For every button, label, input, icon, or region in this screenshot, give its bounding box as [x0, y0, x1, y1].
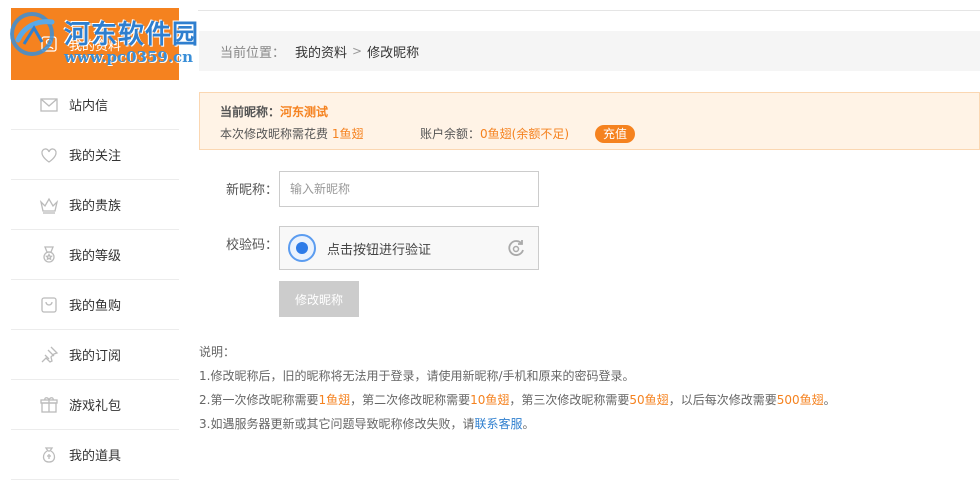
gift-icon: [38, 394, 60, 416]
watermark-title: 河东软件园: [64, 20, 200, 50]
chevron-right-icon: >: [352, 44, 363, 58]
new-nick-label: 新昵称：: [225, 183, 278, 198]
note-text: 3.如遇服务器更新或其它问题导致昵称修改失败，请: [199, 417, 475, 431]
watermark-url: www.pc0359.cn: [64, 48, 194, 66]
sidebar-item-label: 站内信: [69, 99, 109, 114]
cost-value: 1鱼翅: [331, 126, 364, 141]
pin-icon: [38, 344, 60, 366]
sidebar-item-props[interactable]: 我的道具: [11, 430, 179, 480]
pouch-icon: [38, 444, 60, 466]
recharge-button[interactable]: 充值: [595, 125, 636, 143]
sidebar-item-follows[interactable]: 我的关注: [11, 130, 179, 180]
breadcrumb: 当前位置： 我的资料 > 修改昵称: [199, 31, 980, 71]
note-text: 。: [823, 393, 836, 407]
balance-label: 账户余额：: [420, 126, 481, 141]
sidebar-item-label: 我的等级: [69, 249, 122, 264]
current-nick-label: 当前昵称：: [220, 105, 281, 119]
note-highlight: 1鱼翅: [318, 393, 351, 407]
heart-icon: [38, 144, 60, 166]
note-highlight: 500鱼翅: [776, 393, 824, 407]
captcha-verify-button[interactable]: 点击按钮进行验证: [279, 226, 539, 270]
captcha-radio-icon: [288, 234, 316, 262]
site-watermark: 河东软件园 www.pc0359.cn: [2, 10, 207, 70]
bag-icon: [38, 294, 60, 316]
note-highlight: 10鱼翅: [470, 393, 510, 407]
note-highlight: 50鱼翅: [629, 393, 669, 407]
top-divider: [198, 10, 980, 11]
breadcrumb-label: 当前位置：: [220, 45, 286, 61]
cost-label: 本次修改昵称需花费: [220, 126, 329, 141]
refresh-icon[interactable]: [506, 238, 526, 258]
captcha-label: 校验码：: [225, 238, 278, 253]
sidebar-item-subscriptions[interactable]: 我的订阅: [11, 330, 179, 380]
nickname-notice: 当前昵称：河东测试 本次修改昵称需花费 1鱼翅 账户余额：0鱼翅(余额不足) 充…: [199, 92, 980, 150]
sidebar-item-label: 我的贵族: [69, 199, 122, 214]
mail-icon: [38, 94, 60, 116]
notes-line-3: 3.如遇服务器更新或其它问题导致昵称修改失败，请联系客服。: [199, 412, 836, 436]
current-nick-value: 河东测试: [280, 105, 329, 119]
medal-icon: [38, 244, 60, 266]
sidebar-item-label: 我的关注: [69, 149, 122, 164]
watermark-logo-icon: [10, 12, 55, 56]
sidebar-item-messages[interactable]: 站内信: [11, 80, 179, 130]
note-text: ，以后每次修改需要: [668, 393, 777, 407]
breadcrumb-parent-link[interactable]: 我的资料: [295, 42, 347, 61]
crown-icon: [38, 194, 60, 216]
sidebar-item-label: 游戏礼包: [69, 399, 122, 414]
submit-nick-button[interactable]: 修改昵称: [279, 281, 359, 317]
note-text: 2.第一次修改昵称需要: [199, 393, 319, 407]
breadcrumb-current: 修改昵称: [367, 45, 420, 61]
note-text: ，第三次修改昵称需要: [509, 393, 630, 407]
sidebar-item-nobility[interactable]: 我的贵族: [11, 180, 179, 230]
sidebar-item-shop[interactable]: 我的鱼购: [11, 280, 179, 330]
new-nick-input[interactable]: [279, 171, 539, 207]
sidebar-item-label: 我的订阅: [69, 349, 122, 364]
sidebar-item-label: 我的道具: [69, 449, 122, 464]
sidebar-item-gift-packs[interactable]: 游戏礼包: [11, 380, 179, 430]
instructions: 说明： 1.修改昵称后，旧的昵称将无法用于登录，请使用新昵称/手机和原来的密码登…: [199, 340, 836, 436]
sidebar-item-level[interactable]: 我的等级: [11, 230, 179, 280]
note-text: ，第二次修改昵称需要: [350, 393, 471, 407]
sidebar-item-label: 我的鱼购: [69, 299, 122, 314]
notes-line-2: 2.第一次修改昵称需要1鱼翅，第二次修改昵称需要10鱼翅，第三次修改昵称需要50…: [199, 388, 836, 412]
notes-title: 说明：: [199, 345, 236, 359]
sidebar: 我的资料 站内信 我的关注 我的贵族 我的等级 我的鱼购 我的订阅 游戏礼包 我…: [11, 8, 179, 480]
note-text: 。: [522, 417, 535, 431]
contact-support-link[interactable]: 联系客服: [474, 417, 522, 431]
balance-value: 0鱼翅(余额不足): [480, 126, 570, 141]
captcha-text: 点击按钮进行验证: [327, 242, 432, 258]
notes-line-1: 1.修改昵称后，旧的昵称将无法用于登录，请使用新昵称/手机和原来的密码登录。: [199, 369, 635, 383]
